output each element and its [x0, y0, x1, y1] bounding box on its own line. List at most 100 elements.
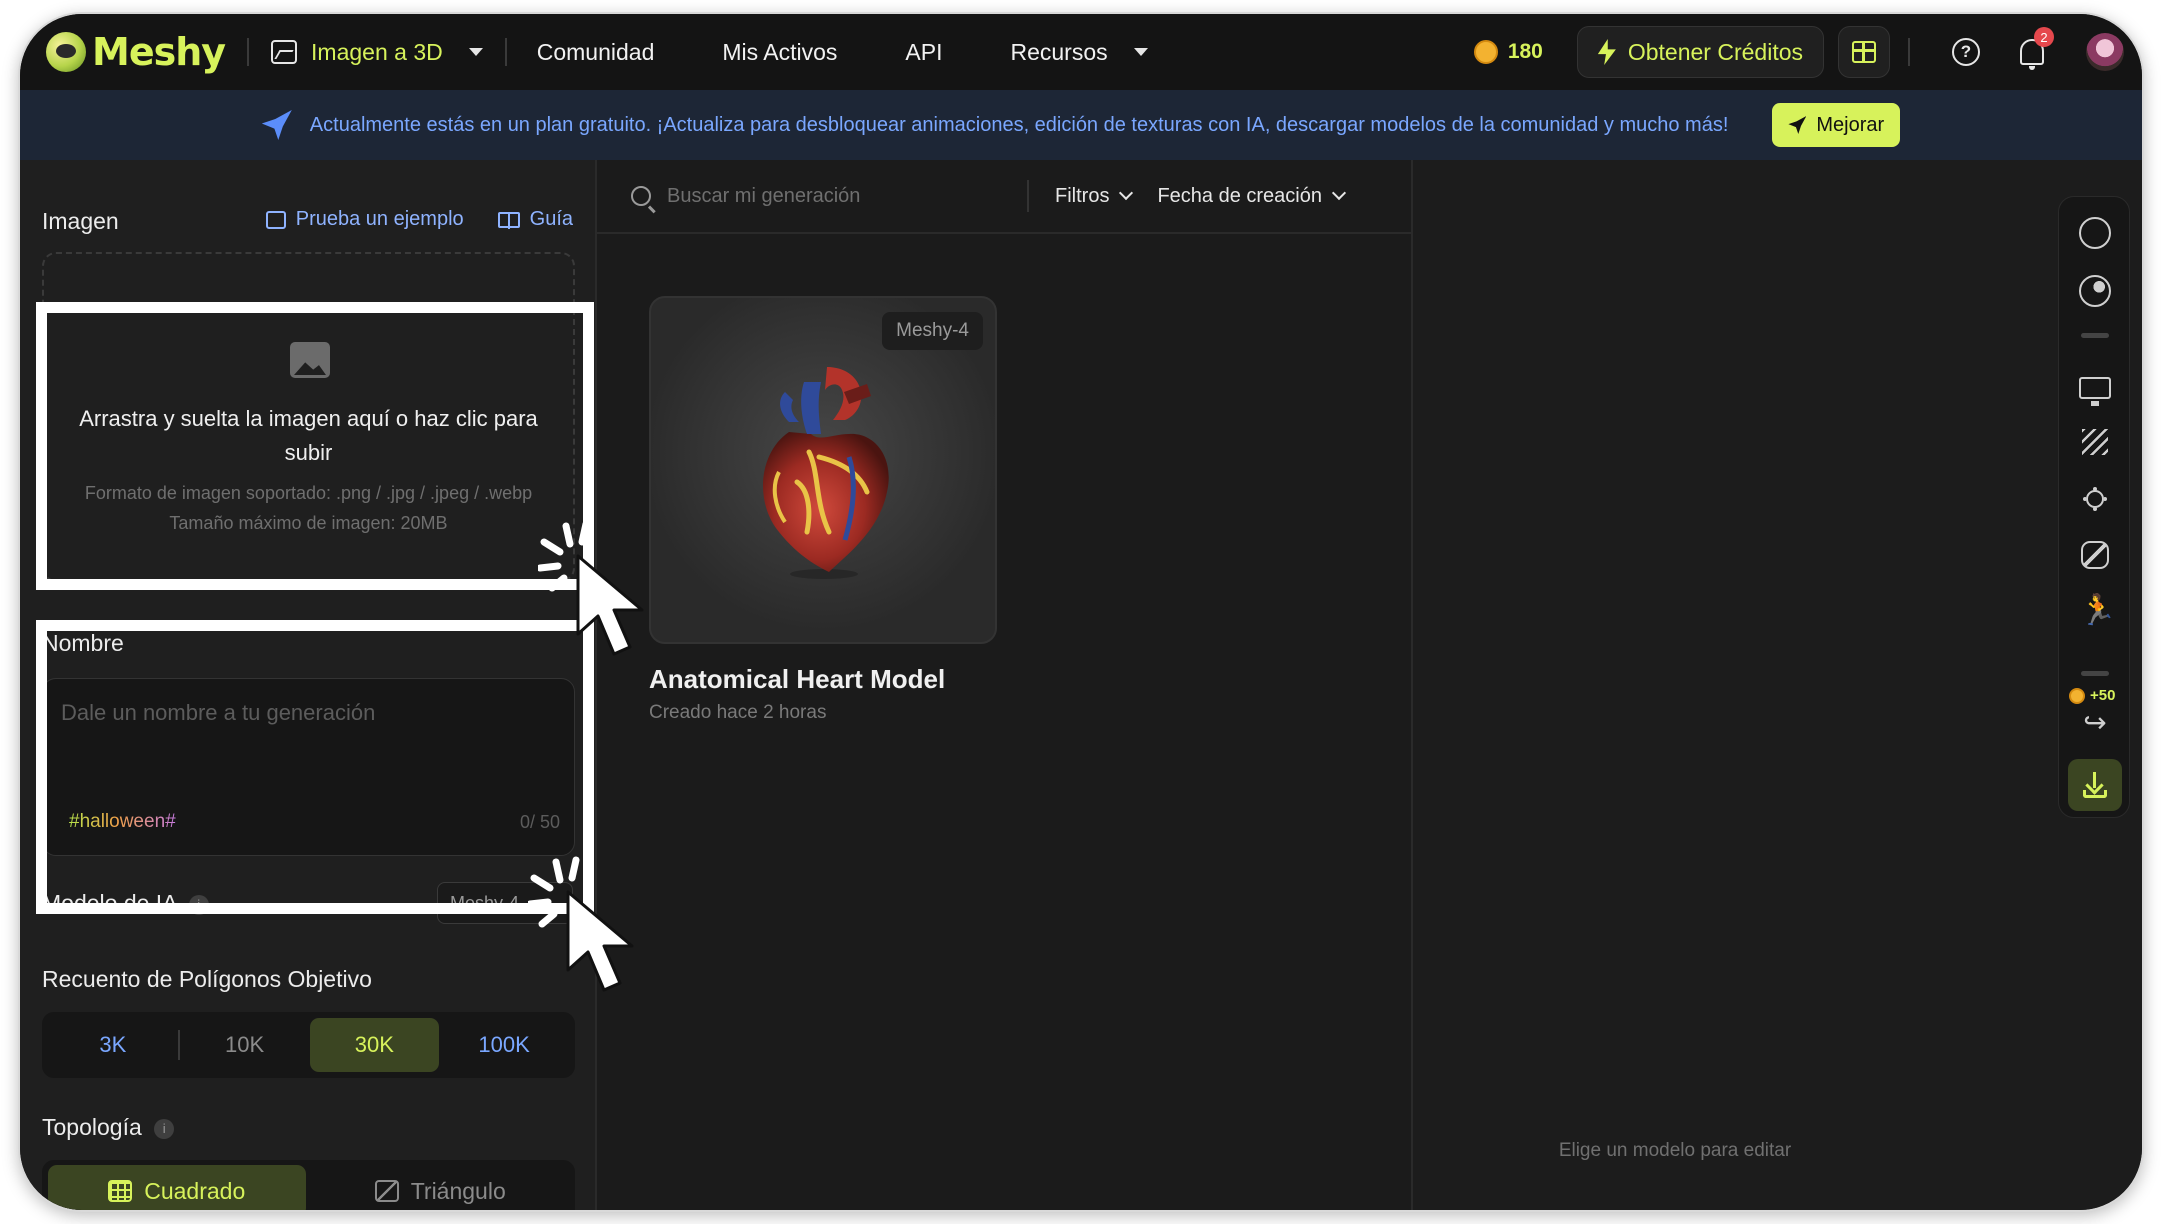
notification-badge: 2 [2034, 27, 2054, 47]
run-icon[interactable]: 🏃 [2079, 595, 2116, 627]
generation-card[interactable]: Meshy-4 [649, 296, 997, 644]
polycount-option-10k[interactable]: 10K [180, 1018, 310, 1072]
name-char-counter: 0/ 50 [519, 812, 560, 832]
search-bar: Filtros Fecha de creación [597, 160, 1411, 234]
topology-label: Topología i [42, 1114, 175, 1141]
generations-list: Filtros Fecha de creación Meshy-4 [597, 160, 1413, 1210]
gift-icon [1852, 41, 1876, 63]
help-icon: ? [1952, 38, 1980, 66]
search-input[interactable] [667, 184, 1027, 208]
nav-links: Comunidad Mis Activos API Recursos [537, 39, 1148, 66]
nav-right: 180 Obtener Créditos ? 2 [1473, 14, 2124, 90]
credits-count: 180 [1507, 40, 1543, 63]
share-icon[interactable]: ↪ [2079, 707, 2111, 739]
info-icon[interactable]: i [188, 894, 209, 915]
name-label: Nombre [42, 630, 124, 656]
book-icon [497, 211, 520, 229]
banner-text: Actualmente estás en un plan gratuito. ¡… [309, 113, 1729, 136]
upload-constraints: Formato de imagen soportado: .png / .jpg… [44, 478, 573, 538]
guide-link[interactable]: Guía [497, 208, 573, 231]
try-example-link[interactable]: Prueba un ejemplo [265, 208, 464, 231]
gift-button[interactable] [1838, 26, 1890, 78]
sun-icon[interactable] [2086, 490, 2104, 508]
avatar[interactable] [2086, 33, 2124, 71]
viewer-toolbar: 🏃 +50 ↪ [2058, 196, 2130, 818]
image-icon [290, 342, 330, 378]
topology-quad-label: Cuadrado [144, 1177, 246, 1204]
shaded-sphere-icon[interactable] [2079, 275, 2111, 307]
image-section-links: Prueba un ejemplo Guía [265, 208, 573, 231]
logo[interactable]: Meshy [46, 30, 226, 74]
model-editor-panel: Elige un modelo para editar 🏃 +50 ↪ [1413, 160, 2142, 1210]
model-label: Modelo de IA i [42, 890, 209, 917]
download-icon [2083, 772, 2107, 798]
heart-model-thumbnail [762, 367, 889, 579]
topology-option-triangle[interactable]: Triángulo [312, 1165, 570, 1210]
credits-balance: 180 [1473, 40, 1543, 64]
nav-divider [247, 38, 250, 66]
try-example-label: Prueba un ejemplo [295, 208, 464, 230]
info-icon[interactable]: i [154, 1118, 175, 1139]
nav-link-comunidad[interactable]: Comunidad [537, 39, 655, 66]
name-input[interactable] [61, 695, 541, 731]
empty-editor-message: Elige un modelo para editar [1558, 1140, 1792, 1161]
upload-maxsize: Tamaño máximo de imagen: 20MB [169, 513, 448, 533]
card-timestamp: Creado hace 2 horas [649, 702, 827, 723]
ai-texture-icon[interactable] [2081, 541, 2109, 569]
texture-hatch-icon[interactable] [2082, 429, 2108, 455]
upgrade-button-label: Mejorar [1816, 113, 1885, 136]
halloween-tag[interactable]: #halloween# [69, 811, 176, 833]
product-menu[interactable]: Imagen a 3D [271, 39, 483, 66]
help-button[interactable]: ? [1952, 38, 1980, 66]
quad-mesh-icon [108, 1180, 133, 1202]
nav-link-mis-activos[interactable]: Mis Activos [722, 39, 837, 66]
topology-triangle-label: Triángulo [410, 1177, 506, 1204]
guide-label: Guía [529, 208, 573, 230]
meshy-logo-icon [46, 32, 86, 72]
download-button[interactable] [2068, 759, 2122, 811]
nav-divider [504, 38, 507, 66]
image-upload-dropzone[interactable]: Arrastra y suelta la imagen aquí o haz c… [42, 252, 575, 582]
upload-instructions: Arrastra y suelta la imagen aquí o haz c… [79, 406, 538, 465]
upgrade-button[interactable]: Mejorar [1772, 103, 1901, 147]
upgrade-banner: Actualmente estás en un plan gratuito. ¡… [20, 90, 2142, 160]
image-icon [265, 210, 286, 229]
search-icon [631, 186, 651, 206]
product-menu-label: Imagen a 3D [311, 38, 443, 65]
coin-icon [1473, 40, 1498, 64]
polycount-option-100k[interactable]: 100K [439, 1018, 569, 1072]
model-label-text: Modelo de IA [42, 890, 177, 916]
notifications-button[interactable]: 2 [2020, 27, 2054, 70]
monitor-icon[interactable] [2079, 377, 2111, 406]
sort-label: Fecha de creación [1157, 184, 1322, 207]
click-cursor-icon [538, 520, 644, 656]
share-reward: +50 [2069, 687, 2115, 704]
topology-label-text: Topología [42, 1114, 142, 1140]
toolbar-separator [2081, 671, 2109, 676]
wireframe-sphere-icon[interactable] [2079, 217, 2111, 249]
click-cursor-icon [528, 856, 634, 992]
polycount-selector: 3K 10K 30K 100K [42, 1012, 575, 1078]
nav-link-recursos[interactable]: Recursos [1010, 38, 1148, 66]
filters-dropdown[interactable]: Filtros [1055, 184, 1134, 208]
polycount-option-30k[interactable]: 30K [309, 1018, 440, 1072]
topology-selector: Cuadrado Triángulo [42, 1160, 575, 1210]
upload-formats: Formato de imagen soportado: .png / .jpg… [84, 483, 533, 503]
logo-text: Meshy [92, 30, 226, 74]
card-title[interactable]: Anatomical Heart Model [649, 664, 945, 695]
get-credits-button[interactable]: Obtener Créditos [1576, 26, 1824, 78]
topology-option-quad[interactable]: Cuadrado [48, 1165, 306, 1210]
nav-link-recursos-label: Recursos [1010, 38, 1108, 65]
image-icon [271, 40, 298, 64]
name-field[interactable]: #halloween# 0/ 50 [42, 678, 575, 856]
chevron-down-icon [1119, 185, 1134, 201]
search-divider [1027, 180, 1029, 212]
nav-divider [1908, 38, 1910, 66]
sort-dropdown[interactable]: Fecha de creación [1157, 184, 1347, 208]
polycount-option-3k[interactable]: 3K [48, 1018, 178, 1072]
get-credits-label: Obtener Créditos [1627, 38, 1803, 65]
image-section-title: Imagen [42, 208, 119, 234]
filters-label: Filtros [1055, 184, 1110, 207]
rocket-icon [261, 110, 292, 140]
nav-link-api[interactable]: API [905, 39, 942, 66]
